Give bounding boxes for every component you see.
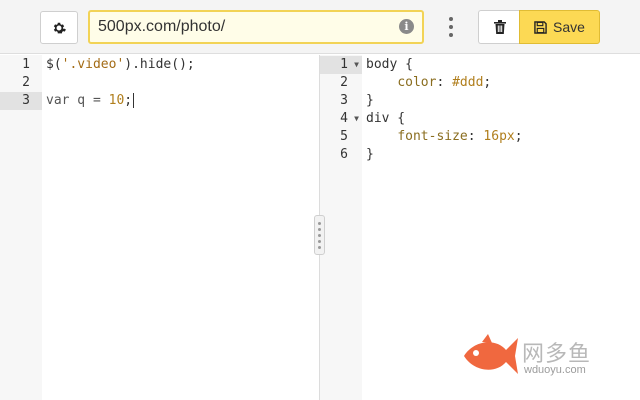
line-number: 6 (340, 147, 348, 162)
css-code-area[interactable]: body { color: #ddd; } div { font-size: 1… (362, 55, 640, 164)
line-number: 3 (340, 93, 348, 108)
js-editor[interactable]: 1 2 3 $('.video').hide(); var q = 10; (0, 55, 320, 400)
save-button[interactable]: Save (519, 10, 600, 44)
code-line[interactable]: body { (362, 56, 640, 74)
line-number-active: 1 ▼ (320, 56, 362, 74)
code-token-value: #ddd (452, 75, 484, 90)
kebab-dot (449, 33, 453, 37)
code-token-property: color (397, 75, 437, 90)
code-line[interactable]: font-size: 16px; (362, 128, 640, 146)
code-token-number: 10 (108, 93, 125, 108)
code-line[interactable]: var q = 10; (42, 92, 319, 110)
kebab-dot (449, 17, 453, 21)
fold-arrow-icon[interactable]: ▼ (354, 56, 359, 74)
watermark: 网多鱼 wduoyu.com (460, 330, 610, 380)
text-cursor (133, 93, 135, 108)
code-token: : (467, 129, 484, 144)
code-token-string: '.video' (61, 57, 125, 72)
fold-arrow-icon[interactable]: ▼ (354, 110, 359, 128)
url-field-wrapper: i (88, 10, 424, 44)
url-input[interactable] (90, 12, 390, 42)
js-line-gutter: 1 2 3 (0, 55, 42, 400)
save-label: Save (553, 19, 585, 35)
code-token: $( (46, 57, 62, 72)
line-number-row: 4 ▼ (320, 110, 362, 128)
code-line[interactable] (42, 74, 319, 92)
code-token: ; (483, 75, 492, 90)
code-token: ; (124, 93, 133, 108)
line-number: 1 (22, 57, 30, 72)
grip-dot (318, 233, 321, 237)
code-token-property: font-size (397, 129, 468, 144)
js-code-area[interactable]: $('.video').hide(); var q = 10; (42, 55, 319, 110)
delete-button[interactable] (478, 10, 520, 44)
code-line[interactable]: } (362, 146, 640, 164)
code-token: : (436, 75, 453, 90)
grip-dot (318, 239, 321, 243)
line-number: 2 (340, 75, 348, 90)
code-line[interactable]: } (362, 92, 640, 110)
grip-dot (318, 245, 321, 249)
pane-resize-handle[interactable] (314, 215, 325, 255)
info-icon[interactable]: i (399, 19, 414, 34)
code-line[interactable]: div { (362, 110, 640, 128)
grip-dot (318, 221, 321, 225)
watermark-url: wduoyu.com (524, 364, 586, 376)
code-line[interactable]: $('.video').hide(); (42, 56, 319, 74)
fish-logo-icon (464, 334, 518, 374)
code-line[interactable]: color: #ddd; (362, 74, 640, 92)
more-options-button[interactable] (441, 15, 461, 39)
line-number-active: 3 (0, 92, 42, 110)
code-token-value: 16px (483, 129, 515, 144)
kebab-dot (449, 25, 453, 29)
grip-dot (318, 227, 321, 231)
css-line-gutter: 1 ▼ 2 3 4 ▼ 5 6 (320, 55, 362, 400)
trash-icon (493, 20, 506, 34)
line-number: 5 (340, 129, 348, 144)
gear-icon (53, 22, 66, 33)
line-number: 2 (22, 75, 30, 90)
toolbar: i Save (0, 0, 640, 54)
line-number: 4 (340, 111, 348, 126)
code-token: ).hide(); (124, 57, 195, 72)
code-token-keyword: var q = (46, 93, 109, 108)
settings-button[interactable] (40, 11, 78, 44)
floppy-disk-icon (534, 20, 547, 34)
line-number: 1 (340, 57, 348, 72)
code-token: ; (514, 129, 523, 144)
